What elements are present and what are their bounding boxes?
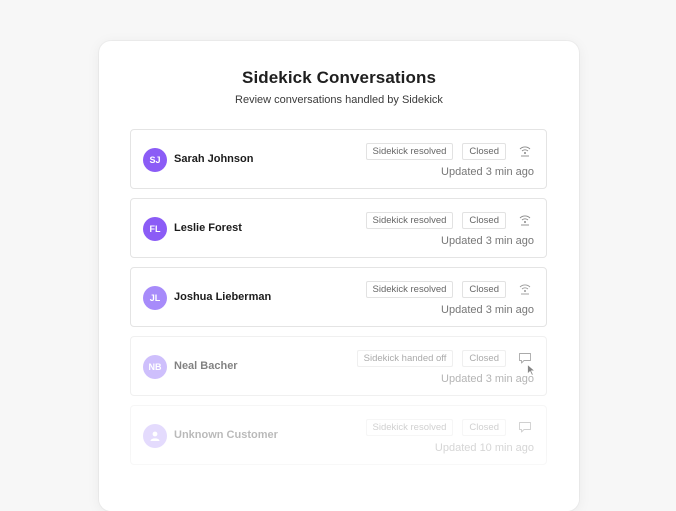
updated-time: Updated 10 min ago — [434, 442, 534, 454]
chat-icon — [519, 422, 531, 433]
state-badge: Closed — [462, 281, 506, 298]
page-title: Sidekick Conversations — [242, 68, 436, 87]
broadcast-icon — [519, 284, 531, 295]
customer-name: Neal Bacher — [174, 360, 238, 372]
conversation-row[interactable]: JL Joshua Lieberman Sidekick resolved Cl… — [130, 267, 547, 327]
status-badge: Sidekick resolved — [365, 281, 454, 298]
avatar: NB — [143, 355, 167, 379]
user-icon — [150, 431, 160, 441]
updated-time: Updated 3 min ago — [441, 304, 534, 316]
state-badge: Closed — [462, 212, 506, 229]
status-badge: Sidekick handed off — [356, 350, 454, 367]
status-badge: Sidekick resolved — [365, 419, 454, 436]
customer-name: Leslie Forest — [174, 222, 242, 234]
avatar: JL — [143, 286, 167, 310]
status-badge: Sidekick resolved — [365, 143, 454, 160]
status-badge: Sidekick resolved — [365, 212, 454, 229]
state-badge: Closed — [462, 419, 506, 436]
state-badge: Closed — [462, 143, 506, 160]
conversation-row[interactable]: FL Leslie Forest Sidekick resolved Close… — [130, 198, 547, 258]
avatar: SJ — [143, 148, 167, 172]
chat-icon — [519, 353, 531, 364]
state-badge: Closed — [462, 350, 506, 367]
broadcast-icon — [519, 215, 531, 226]
conversation-row[interactable]: NB Neal Bacher Sidekick handed off Close… — [130, 336, 547, 396]
customer-name: Joshua Lieberman — [174, 291, 272, 303]
avatar — [143, 424, 167, 448]
conversation-row[interactable]: SJ Sarah Johnson Sidekick resolved Close… — [130, 129, 547, 189]
customer-name: Sarah Johnson — [174, 153, 254, 165]
updated-time: Updated 3 min ago — [441, 235, 534, 247]
avatar: FL — [143, 217, 167, 241]
updated-time: Updated 3 min ago — [441, 166, 534, 178]
mouse-cursor-icon — [527, 364, 536, 376]
broadcast-icon — [519, 146, 531, 157]
customer-name: Unknown Customer — [174, 429, 278, 441]
conversations-card: Sidekick Conversations Review conversati… — [99, 41, 579, 511]
updated-time: Updated 3 min ago — [441, 373, 534, 385]
conversation-row[interactable]: Unknown Customer Sidekick resolved Close… — [130, 405, 547, 465]
page-subtitle: Review conversations handled by Sidekick — [235, 94, 443, 106]
